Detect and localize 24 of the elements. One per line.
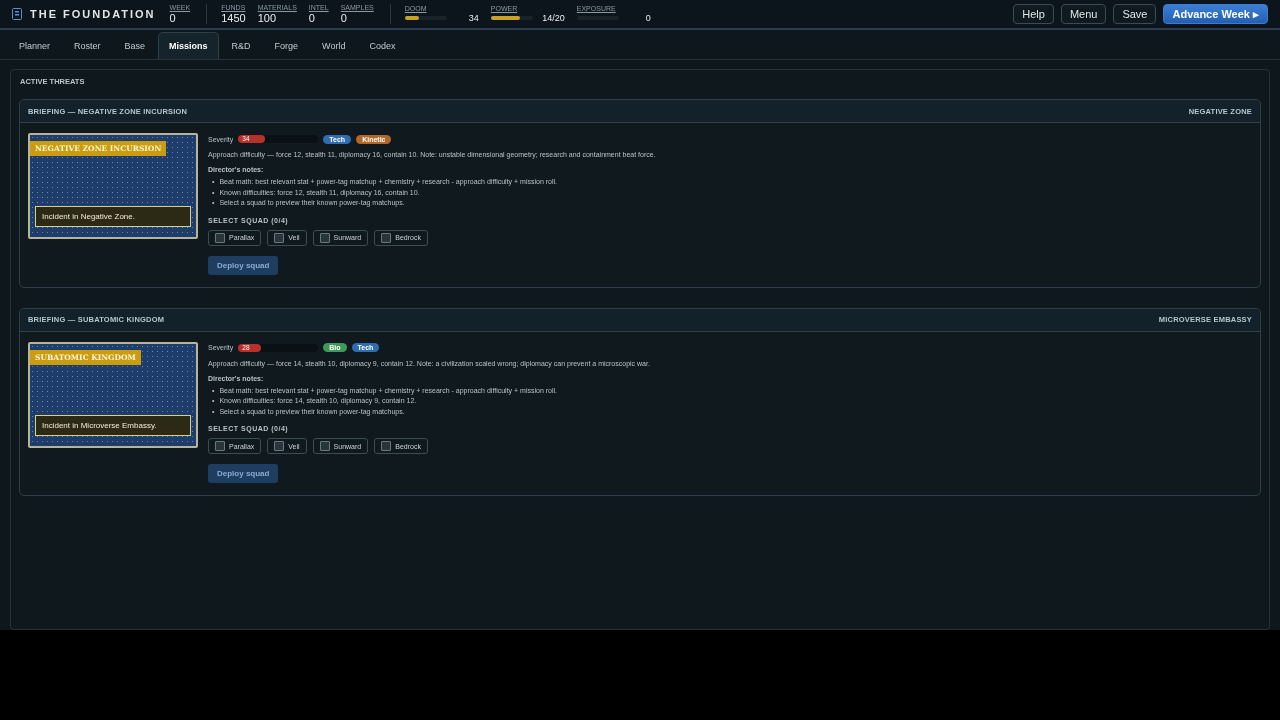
nav-tab[interactable]: Roster xyxy=(63,32,112,59)
stat-value: 0 xyxy=(169,12,177,24)
header-button[interactable]: Menu xyxy=(1060,4,1107,24)
incident-caption: Incident in Microverse Embassy. xyxy=(35,414,191,436)
stat-value: 1450 xyxy=(221,12,246,24)
header-button[interactable]: Save xyxy=(1113,4,1157,24)
nav-tab[interactable]: Planner xyxy=(8,32,62,59)
app-title: THE FOUNDATION xyxy=(30,8,156,20)
stat-value: 0 xyxy=(308,12,316,24)
stat-value: 100 xyxy=(257,12,278,24)
advance-week-button[interactable]: Advance Week ▸ xyxy=(1163,4,1268,24)
nav-tab[interactable]: World xyxy=(311,32,357,59)
nav-tab[interactable]: R&D xyxy=(220,32,262,59)
header-button[interactable]: Help xyxy=(1013,4,1054,24)
meter-reading: 34 xyxy=(467,13,479,23)
meter-reading: 0 xyxy=(644,13,651,23)
nav-tab[interactable]: Forge xyxy=(263,32,310,59)
meter-reading: 14/20 xyxy=(541,13,565,23)
nav-tab[interactable]: Codex xyxy=(358,32,407,59)
nav-tab[interactable]: Base xyxy=(113,32,157,59)
incident-caption: Incident in Negative Zone. xyxy=(35,206,191,227)
building-icon xyxy=(12,8,22,20)
nav-tab[interactable]: Missions xyxy=(158,32,219,59)
stat-value: 0 xyxy=(340,12,348,24)
